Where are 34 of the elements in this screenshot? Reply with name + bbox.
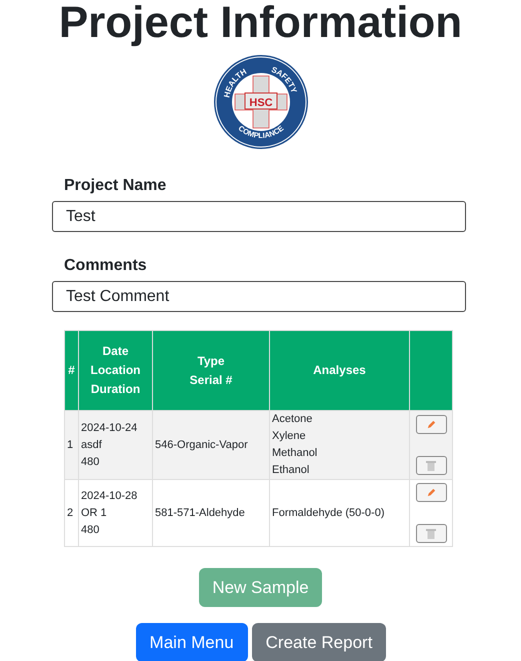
table-cell-text: 480 xyxy=(81,454,100,470)
pencil-icon xyxy=(426,487,436,498)
column-header: Date Location Duration xyxy=(90,344,140,396)
trash-icon xyxy=(426,460,436,471)
delete-button[interactable] xyxy=(416,456,446,475)
action-button[interactable]: Create Report xyxy=(252,623,386,661)
field-label: Project Name xyxy=(64,176,168,196)
table-cell-text: 480 xyxy=(81,522,100,538)
table-cell-text: asdf xyxy=(81,438,103,452)
input-field[interactable]: Test Comment xyxy=(52,281,466,312)
trash-icon xyxy=(426,528,436,539)
column-header: Analyses xyxy=(313,363,366,377)
page-title: Project Information xyxy=(58,0,462,46)
table-cell-text: Ethanol xyxy=(272,463,310,478)
input-field[interactable]: Test xyxy=(52,201,466,232)
table-cell-text: OR 1 xyxy=(81,506,108,520)
table-cell-text: Xylene xyxy=(272,429,307,444)
delete-button[interactable] xyxy=(416,524,446,543)
table-cell: 581-571-Aldehyde xyxy=(155,506,245,518)
action-button[interactable]: Main Menu xyxy=(136,623,248,661)
table-cell-text: Formaldehyde (50-0-0) xyxy=(272,506,386,520)
table-cell: 1 xyxy=(67,438,74,450)
table-cell-text: Acetone xyxy=(272,412,314,427)
column-header: Type Serial # xyxy=(190,354,232,386)
edit-button[interactable] xyxy=(416,415,446,434)
table-cell: 2 xyxy=(67,506,74,518)
table-cell-text: Methanol xyxy=(272,446,318,461)
column-header: # xyxy=(68,363,75,377)
table-cell: 546-Organic-Vapor xyxy=(155,438,248,450)
pencil-icon xyxy=(426,419,436,430)
field-label: Comments xyxy=(64,256,148,276)
table-cell-text: 2024-10-24 xyxy=(81,420,138,436)
edit-button[interactable] xyxy=(416,483,446,502)
table-cell-text: 2024-10-28 xyxy=(81,488,138,504)
